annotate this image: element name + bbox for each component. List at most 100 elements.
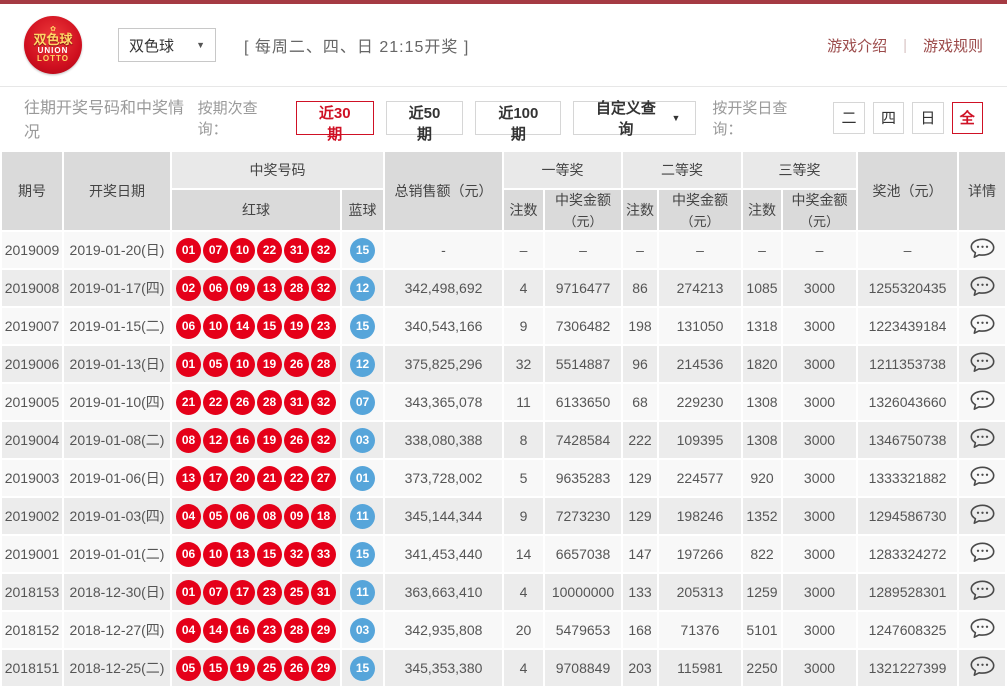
total-sales-cell: 342,935,808 — [385, 612, 502, 648]
col-header-jackpot: 奖池（元） — [858, 152, 957, 230]
period-btn-last50[interactable]: 近50期 — [386, 101, 464, 135]
second-prize-amount-cell: 115981 — [659, 650, 741, 686]
custom-query-button[interactable]: 自定义查询 ▼ — [573, 101, 696, 135]
comment-detail-icon[interactable] — [970, 238, 995, 259]
blue-ball: 12 — [350, 352, 375, 377]
red-ball: 25 — [284, 580, 309, 605]
second-prize-count-cell: 203 — [623, 650, 657, 686]
red-ball: 28 — [284, 618, 309, 643]
comment-detail-icon[interactable] — [970, 504, 995, 525]
table-row: 20190042019-01-08(二)08121619263203338,08… — [2, 422, 1005, 458]
issue-cell: 2019008 — [2, 270, 62, 306]
third-prize-amount-cell: 3000 — [783, 460, 856, 496]
first-prize-count-cell: 20 — [504, 612, 543, 648]
red-ball: 10 — [203, 314, 228, 339]
weekday-btn-tue[interactable]: 二 — [833, 102, 864, 134]
blue-ball-cell: 01 — [342, 460, 383, 496]
first-prize-amount-cell: – — [545, 232, 621, 268]
detail-cell — [959, 422, 1005, 458]
red-ball: 28 — [257, 390, 282, 415]
comment-detail-icon[interactable] — [970, 276, 995, 297]
red-ball: 31 — [284, 238, 309, 263]
first-prize-amount-cell: 10000000 — [545, 574, 621, 610]
second-prize-amount-cell: 224577 — [659, 460, 741, 496]
game-select-value: 双色球 — [129, 35, 174, 56]
link-game-rules[interactable]: 游戏规则 — [923, 35, 983, 56]
third-prize-count-cell: 822 — [743, 536, 781, 572]
jackpot-cell: 1289528301 — [858, 574, 957, 610]
second-prize-count-cell: 133 — [623, 574, 657, 610]
red-ball: 13 — [230, 542, 255, 567]
weekday-btn-all[interactable]: 全 — [952, 102, 983, 134]
game-select[interactable]: 双色球 ▼ — [118, 28, 216, 62]
second-prize-amount-cell: 131050 — [659, 308, 741, 344]
second-prize-count-cell: 96 — [623, 346, 657, 382]
second-prize-amount-cell: – — [659, 232, 741, 268]
second-prize-count-cell: 129 — [623, 460, 657, 496]
first-prize-amount-cell: 7306482 — [545, 308, 621, 344]
red-ball: 05 — [203, 352, 228, 377]
blue-ball-cell: 03 — [342, 422, 383, 458]
red-ball: 26 — [230, 390, 255, 415]
comment-detail-icon[interactable] — [970, 466, 995, 487]
total-sales-cell: 342,498,692 — [385, 270, 502, 306]
red-ball: 07 — [203, 238, 228, 263]
comment-detail-icon[interactable] — [970, 314, 995, 335]
comment-detail-icon[interactable] — [970, 390, 995, 411]
jackpot-cell: 1333321882 — [858, 460, 957, 496]
red-ball: 01 — [176, 352, 201, 377]
jackpot-cell: 1326043660 — [858, 384, 957, 420]
col-header-date: 开奖日期 — [64, 152, 170, 230]
blue-ball: 15 — [350, 656, 375, 681]
red-ball: 10 — [203, 542, 228, 567]
red-ball: 25 — [257, 656, 282, 681]
col-header-first-count: 注数 — [504, 190, 543, 230]
blue-ball-cell: 15 — [342, 536, 383, 572]
red-ball: 26 — [284, 428, 309, 453]
date-cell: 2019-01-10(四) — [64, 384, 170, 420]
nav-divider: | — [903, 37, 907, 54]
results-table: 期号 开奖日期 中奖号码 总销售额（元） 一等奖 二等奖 三等奖 奖池（元） 详… — [0, 150, 1007, 688]
col-header-blue-ball: 蓝球 — [342, 190, 383, 230]
weekday-btn-sun[interactable]: 日 — [912, 102, 943, 134]
total-sales-cell: 373,728,002 — [385, 460, 502, 496]
period-btn-last30[interactable]: 近30期 — [296, 101, 374, 135]
detail-cell — [959, 650, 1005, 686]
weekday-btn-thu[interactable]: 四 — [873, 102, 904, 134]
blue-ball: 03 — [350, 618, 375, 643]
red-ball: 13 — [176, 466, 201, 491]
red-ball: 32 — [311, 428, 336, 453]
red-ball: 19 — [230, 656, 255, 681]
issue-cell: 2019005 — [2, 384, 62, 420]
comment-detail-icon[interactable] — [970, 542, 995, 563]
issue-cell: 2018152 — [2, 612, 62, 648]
comment-detail-icon[interactable] — [970, 428, 995, 449]
comment-detail-icon[interactable] — [970, 580, 995, 601]
red-ball: 29 — [311, 656, 336, 681]
issue-cell: 2019009 — [2, 232, 62, 268]
chevron-down-icon: ▼ — [196, 40, 205, 50]
red-ball: 32 — [284, 542, 309, 567]
third-prize-count-cell: 1352 — [743, 498, 781, 534]
red-ball: 31 — [284, 390, 309, 415]
comment-detail-icon[interactable] — [970, 618, 995, 639]
red-ball: 28 — [311, 352, 336, 377]
first-prize-amount-cell: 6133650 — [545, 384, 621, 420]
header-nav: 游戏介绍 | 游戏规则 — [827, 35, 983, 56]
first-prize-amount-cell: 9716477 — [545, 270, 621, 306]
weekday-query-label: 按开奖日查询： — [712, 97, 815, 139]
issue-cell: 2019003 — [2, 460, 62, 496]
first-prize-count-cell: 11 — [504, 384, 543, 420]
red-ball: 09 — [284, 504, 309, 529]
first-prize-amount-cell: 5479653 — [545, 612, 621, 648]
table-row: 20181532018-12-30(日)01071723253111363,66… — [2, 574, 1005, 610]
red-ball: 29 — [311, 618, 336, 643]
red-ball: 15 — [257, 542, 282, 567]
red-ball: 08 — [257, 504, 282, 529]
date-cell: 2018-12-30(日) — [64, 574, 170, 610]
link-game-intro[interactable]: 游戏介绍 — [827, 35, 887, 56]
red-ball: 02 — [176, 276, 201, 301]
period-btn-last100[interactable]: 近100期 — [475, 101, 561, 135]
comment-detail-icon[interactable] — [970, 352, 995, 373]
comment-detail-icon[interactable] — [970, 656, 995, 677]
